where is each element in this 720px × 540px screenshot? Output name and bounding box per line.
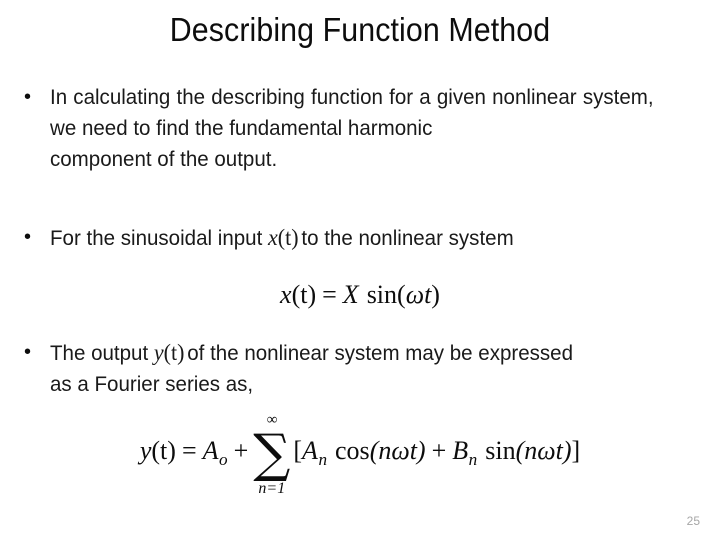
- page-title: Describing Function Method: [169, 11, 551, 48]
- bullet-item-2: • For the sinusoidal input x(t) to the non…: [20, 222, 682, 254]
- eq2-sin-argument: (nωt): [515, 436, 572, 466]
- eq2-cos-argument: (nωt): [369, 436, 426, 466]
- bullet-marker-icon: •: [24, 226, 32, 248]
- eq2-open-bracket: [: [293, 436, 303, 466]
- summation-operator: ∞ ∑ n=1: [253, 413, 291, 497]
- inline-math-argument: (t): [277, 225, 299, 250]
- bullet-marker-icon: •: [24, 86, 32, 108]
- eq1-lhs-argument: (t): [291, 280, 317, 309]
- slide-canvas: Describing Function Method • In calculat…: [0, 0, 720, 540]
- eq2-sin-coefficient: B: [452, 436, 469, 466]
- bullet-3-text: The output y(t) of the nonlinear system ma…: [50, 337, 654, 400]
- bullet-3-line2: as a Fourier series as,: [50, 372, 254, 396]
- bullet-2-text: For the sinusoidal input x(t) to the nonli…: [50, 222, 654, 254]
- eq2-cos-subscript: n: [318, 449, 328, 469]
- eq1-lhs-variable: x: [280, 280, 292, 309]
- eq1-open-paren: (: [397, 280, 406, 309]
- equation-fourier-series: y(t) = Ao + ∞ ∑ n=1 [An cos(nωt) + Bn sin(nωt)]: [0, 413, 720, 498]
- eq2-inner-plus-sign: +: [431, 436, 447, 466]
- inline-math-variable: x: [268, 225, 278, 250]
- bullet-2-text-after: to the nonlinear system: [301, 226, 514, 250]
- eq2-close-bracket: ]: [571, 436, 581, 466]
- equation-x-of-t: x(t) = Xsin(ωt): [0, 278, 720, 312]
- bullet-1-line1: In calculating the describing function f…: [50, 85, 577, 109]
- eq1-sine-function: sin: [366, 280, 398, 309]
- bullet-row: • The output y(t) of the nonlinear system …: [20, 337, 682, 400]
- eq2-summand-group: [An cos(nωt) + Bn sin(nωt)]: [293, 434, 580, 476]
- bullet-marker-icon: •: [24, 341, 32, 363]
- eq1-amplitude: X: [342, 280, 359, 309]
- page-number: 25: [686, 514, 700, 528]
- bullet-3-text-after: of the nonlinear system may be expressed: [187, 341, 574, 365]
- sigma-icon: ∑: [253, 424, 291, 484]
- eq2-dc-term: A: [202, 436, 219, 466]
- eq2-lead-group: y(t) = Ao +: [140, 434, 248, 476]
- bullet-2-text-before: For the sinusoidal input: [50, 226, 263, 250]
- eq2-sin-subscript: n: [468, 449, 478, 469]
- bullet-row: • For the sinusoidal input x(t) to the non…: [20, 222, 682, 254]
- inline-math-variable: y: [153, 340, 164, 365]
- eq2-cos-coefficient: A: [302, 436, 318, 466]
- bullet-2-inline-math: x(t): [268, 225, 299, 250]
- eq2-lhs-variable: y: [139, 436, 152, 466]
- bullet-3-inline-math: y(t): [154, 340, 185, 365]
- summation-lower-limit: n=1: [258, 480, 286, 497]
- bullet-item-1: • In calculating the describing function…: [20, 82, 682, 175]
- eq1-omega: ω: [405, 280, 425, 309]
- bullet-item-3: • The output y(t) of the nonlinear system …: [20, 337, 682, 400]
- eq2-plus-sign: +: [233, 436, 249, 466]
- eq2-equals-sign: =: [181, 436, 197, 466]
- eq1-close-paren: ): [431, 280, 440, 309]
- bullet-3-text-before: The output: [50, 341, 149, 365]
- bullet-1-line3: component of the output.: [50, 147, 278, 171]
- eq2-cosine-function: cos: [335, 436, 370, 466]
- eq1-equals-sign: =: [322, 280, 337, 309]
- inline-math-argument: (t): [163, 340, 185, 365]
- eq2-dc-subscript: o: [219, 449, 228, 469]
- eq2-lhs-argument: (t): [151, 436, 176, 466]
- bullet-row: • In calculating the describing function…: [20, 82, 682, 175]
- eq2-sine-function: sin: [485, 436, 516, 466]
- bullet-1-text: In calculating the describing function f…: [50, 82, 654, 175]
